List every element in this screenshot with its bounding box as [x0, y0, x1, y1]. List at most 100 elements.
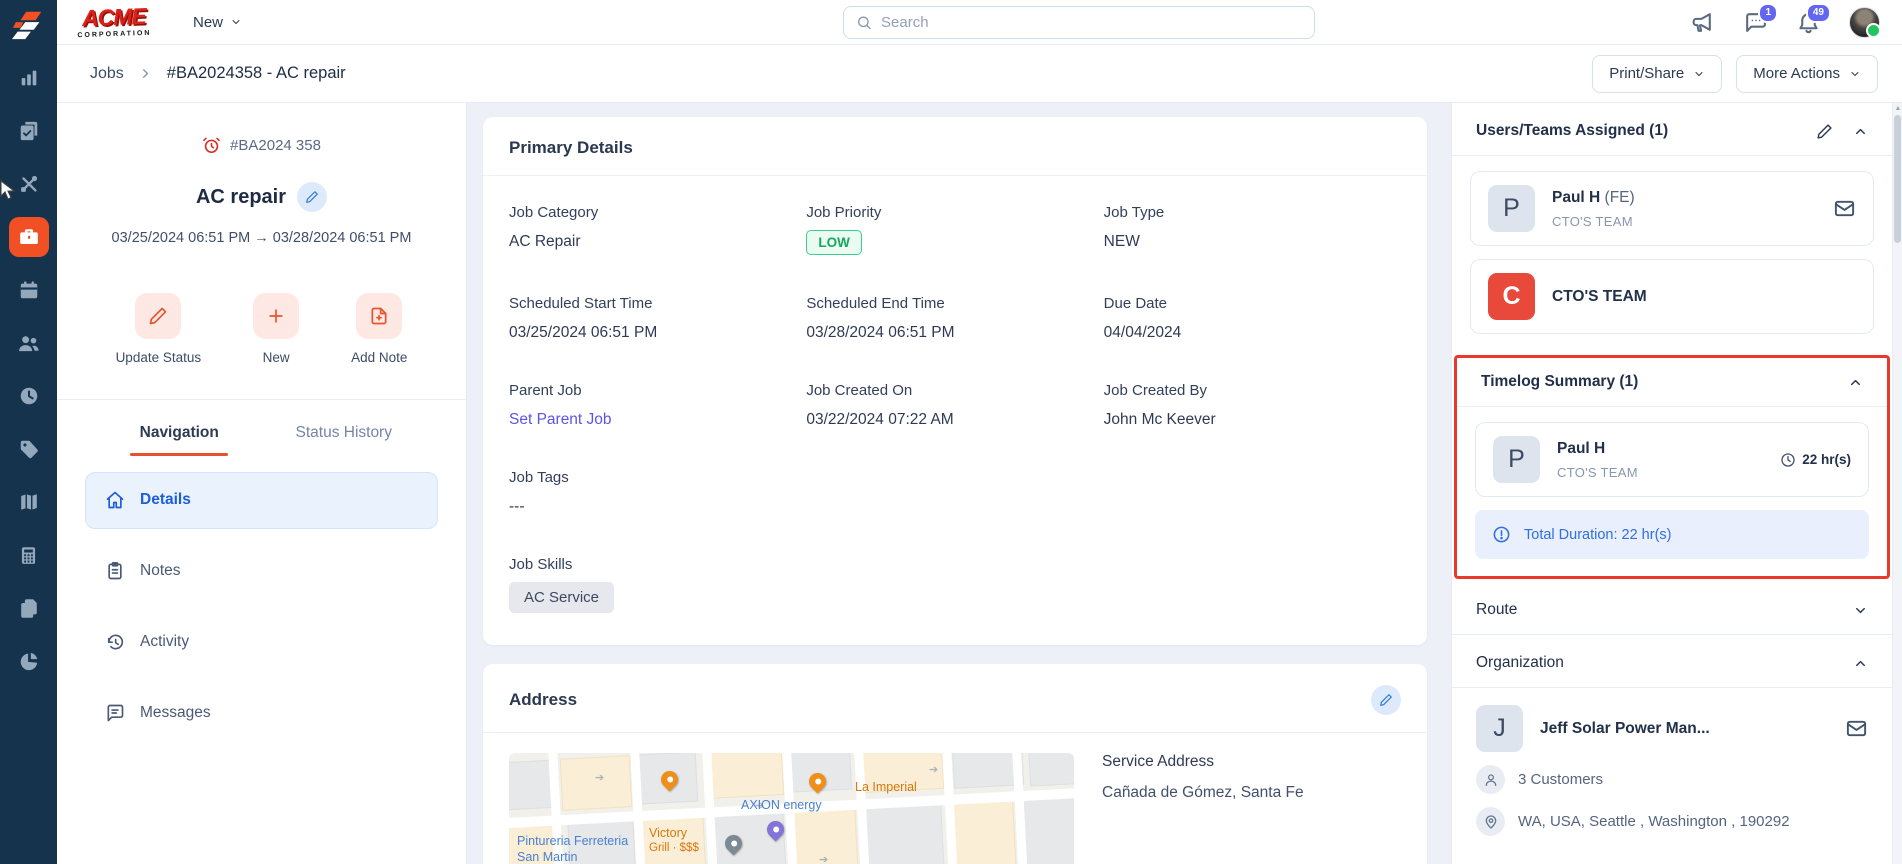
messages-icon — [107, 705, 124, 722]
sidebar-item-documents[interactable] — [9, 588, 49, 628]
teams-icon — [19, 335, 39, 351]
map-label-store1: Pintureria Ferreteria — [517, 834, 629, 848]
alarm-clock-icon — [203, 137, 220, 154]
search-input[interactable] — [881, 14, 1302, 31]
page-scrollbar[interactable]: ▲ — [1892, 103, 1902, 864]
breadcrumb-jobs-link[interactable]: Jobs — [90, 65, 124, 83]
org-logo[interactable]: ACME CORPORATION — [76, 3, 151, 39]
sidebar-item-invoices[interactable] — [9, 535, 49, 575]
edit-address-button[interactable] — [1371, 685, 1401, 715]
documents-icon — [20, 599, 37, 618]
organization-name: Jeff Solar Power Man... — [1540, 719, 1710, 737]
organization-customers: 3 Customers — [1518, 771, 1604, 788]
chevron-down-icon — [1851, 71, 1859, 76]
nav-item-activity[interactable]: Activity — [85, 614, 438, 671]
field-parent-job: Parent Job Set Parent Job — [509, 382, 806, 429]
collapse-timelog-chevron-icon[interactable] — [1848, 375, 1863, 390]
announcements-button[interactable] — [1690, 10, 1716, 36]
organization-card[interactable]: J Jeff Solar Power Man... — [1476, 705, 1868, 752]
collapse-organization-chevron-icon[interactable] — [1853, 656, 1868, 671]
location-icon — [1476, 807, 1505, 836]
priority-badge: LOW — [806, 230, 862, 255]
timelog-user-name: Paul H — [1557, 439, 1606, 457]
notifications-button[interactable]: 49 — [1796, 2, 1831, 36]
pencil-icon — [135, 292, 182, 339]
more-actions-button[interactable]: More Actions — [1736, 54, 1878, 93]
timelog-summary-highlight: Timelog Summary (1) P Paul H CTO'S TEAM … — [1454, 355, 1890, 579]
info-icon — [1493, 526, 1510, 543]
organization-location: WA, USA, Seattle , Washington , 190292 — [1518, 813, 1790, 830]
set-parent-job-link[interactable]: Set Parent Job — [509, 411, 806, 429]
sidebar-item-calendar[interactable] — [9, 270, 49, 310]
job-title: AC repair — [195, 185, 287, 208]
update-status-button[interactable]: Update Status — [116, 292, 201, 365]
timelog-entry-card[interactable]: P Paul H CTO'S TEAM 22 hr(s) — [1475, 422, 1869, 497]
calendar-icon — [20, 281, 37, 299]
timelog-title: Timelog Summary (1) — [1481, 373, 1639, 390]
app-sidebar — [0, 0, 57, 864]
service-address-map[interactable]: ➔ ➔ ➔ ➔ Pintureria Ferreteria San Martin… — [509, 753, 1074, 864]
pencil-icon — [1380, 694, 1392, 706]
sidebar-item-timesheets[interactable] — [9, 376, 49, 416]
mouse-cursor — [0, 180, 16, 200]
print-share-button[interactable]: Print/Share — [1592, 54, 1723, 93]
analytics-icon — [21, 70, 36, 86]
sidebar-item-analytics[interactable] — [9, 58, 49, 98]
field-created-on: Job Created On 03/22/2024 07:22 AM — [806, 382, 954, 428]
sidebar-item-tags[interactable] — [9, 429, 49, 469]
job-date-range: 03/25/2024 06:51 PM → 03/28/2024 06:51 P… — [111, 230, 412, 246]
plus-icon — [253, 292, 300, 339]
sidebar-item-reports[interactable] — [9, 641, 49, 681]
edit-job-title-button[interactable] — [297, 182, 328, 212]
clock-icon — [1781, 452, 1795, 467]
tab-status-history[interactable]: Status History — [262, 400, 427, 466]
home-icon — [106, 492, 124, 509]
assigned-team-card[interactable]: C CTO'S TEAM — [1470, 259, 1874, 334]
route-title: Route — [1476, 601, 1518, 618]
zuper-logo[interactable] — [0, 0, 57, 50]
tag-icon — [20, 440, 38, 459]
user-avatar[interactable] — [1849, 7, 1881, 38]
chat-badge: 1 — [1758, 2, 1778, 23]
job-code: #BA2024 358 — [230, 137, 321, 154]
new-dropdown[interactable]: New — [193, 14, 242, 31]
nav-item-messages[interactable]: Messages — [85, 685, 438, 742]
avatar: C — [1488, 273, 1535, 320]
notes-icon — [108, 562, 122, 580]
tab-navigation[interactable]: Navigation — [97, 400, 262, 466]
field-job-priority: Job Priority LOW — [806, 204, 1103, 255]
chevron-down-icon — [232, 20, 240, 24]
service-address-value: Cañada de Gómez, Santa Fe — [1102, 784, 1304, 801]
field-job-skills: Job Skills AC Service — [509, 556, 1401, 613]
map-icon — [20, 494, 37, 510]
nav-item-details[interactable]: Details — [85, 471, 438, 529]
add-note-button[interactable]: Add Note — [351, 292, 407, 365]
breadcrumb-bar: Jobs #BA2024358 - AC repair Print/Share … — [57, 45, 1902, 103]
calculator-icon — [21, 546, 36, 564]
briefcase-icon — [19, 229, 38, 244]
tasks-icon — [20, 121, 37, 141]
expand-route-chevron-icon[interactable] — [1853, 603, 1868, 618]
timelog-user-team: CTO'S TEAM — [1557, 464, 1638, 480]
top-header: ACME CORPORATION New 1 49 — [57, 0, 1902, 45]
sidebar-item-jobs[interactable] — [8, 217, 49, 257]
collapse-users-chevron-icon[interactable] — [1853, 124, 1868, 139]
new-entity-button[interactable]: New — [253, 292, 300, 365]
address-card: Address ➔ ➔ ➔ ➔ Pintureria Ferreteria Sa… — [483, 664, 1427, 864]
activity-icon — [107, 634, 124, 650]
sidebar-item-map[interactable] — [9, 482, 49, 522]
email-icon[interactable] — [1833, 197, 1856, 220]
clock-icon — [20, 387, 37, 405]
assigned-user-card[interactable]: P Paul H (FE) CTO'S TEAM — [1470, 171, 1874, 246]
sidebar-item-teams[interactable] — [9, 323, 49, 363]
edit-assignment-button[interactable] — [1816, 123, 1833, 140]
email-icon[interactable] — [1845, 717, 1868, 740]
map-label-restaurant: Victory — [649, 826, 687, 840]
sidebar-item-tasks[interactable] — [9, 111, 49, 151]
scrollbar-thumb[interactable] — [1894, 115, 1901, 243]
chat-button[interactable]: 1 — [1743, 2, 1778, 36]
nav-item-notes[interactable]: Notes — [85, 543, 438, 600]
scrollbar-up-arrow[interactable]: ▲ — [1894, 105, 1902, 112]
timelog-total-text: Total Duration: 22 hr(s) — [1524, 526, 1672, 543]
right-panel: Users/Teams Assigned (1) P Paul H (FE) C… — [1451, 103, 1892, 864]
